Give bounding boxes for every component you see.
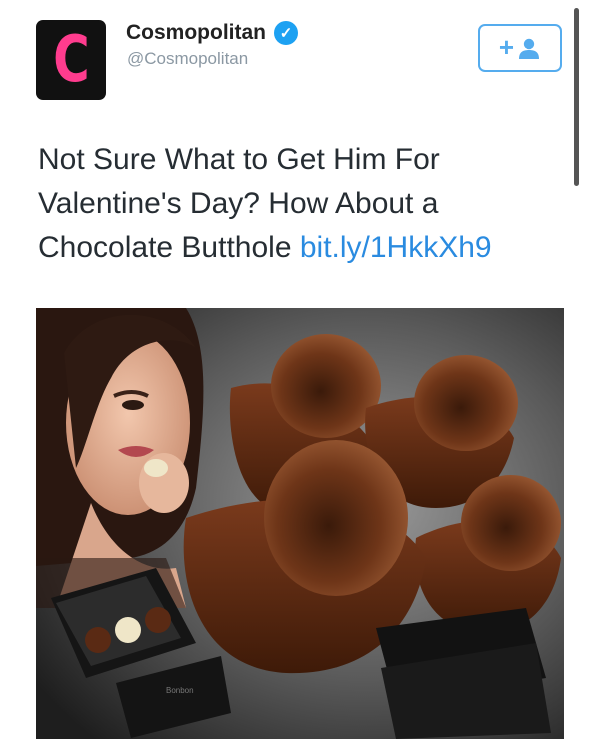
scrollbar[interactable] <box>574 8 579 186</box>
plus-icon: + <box>498 31 515 62</box>
tweet-text: Not Sure What to Get Him For Valentine's… <box>38 138 558 270</box>
tweet-photo[interactable]: Bonbon <box>36 308 564 739</box>
author-name-row: Cosmopolitan ✓ <box>126 21 298 45</box>
avatar-logo-letter: C <box>52 23 90 97</box>
verified-badge-icon: ✓ <box>274 21 298 45</box>
user-handle[interactable]: @Cosmopolitan <box>127 49 248 69</box>
person-icon <box>519 38 540 59</box>
tweet-link[interactable]: bit.ly/1HkkXh9 <box>300 231 492 264</box>
profile-avatar[interactable]: C <box>36 20 106 100</box>
follow-button[interactable]: + <box>478 24 562 72</box>
display-name[interactable]: Cosmopolitan <box>126 21 266 45</box>
box-label-text: Bonbon <box>166 686 194 695</box>
photo-illustration: Bonbon <box>36 308 564 739</box>
